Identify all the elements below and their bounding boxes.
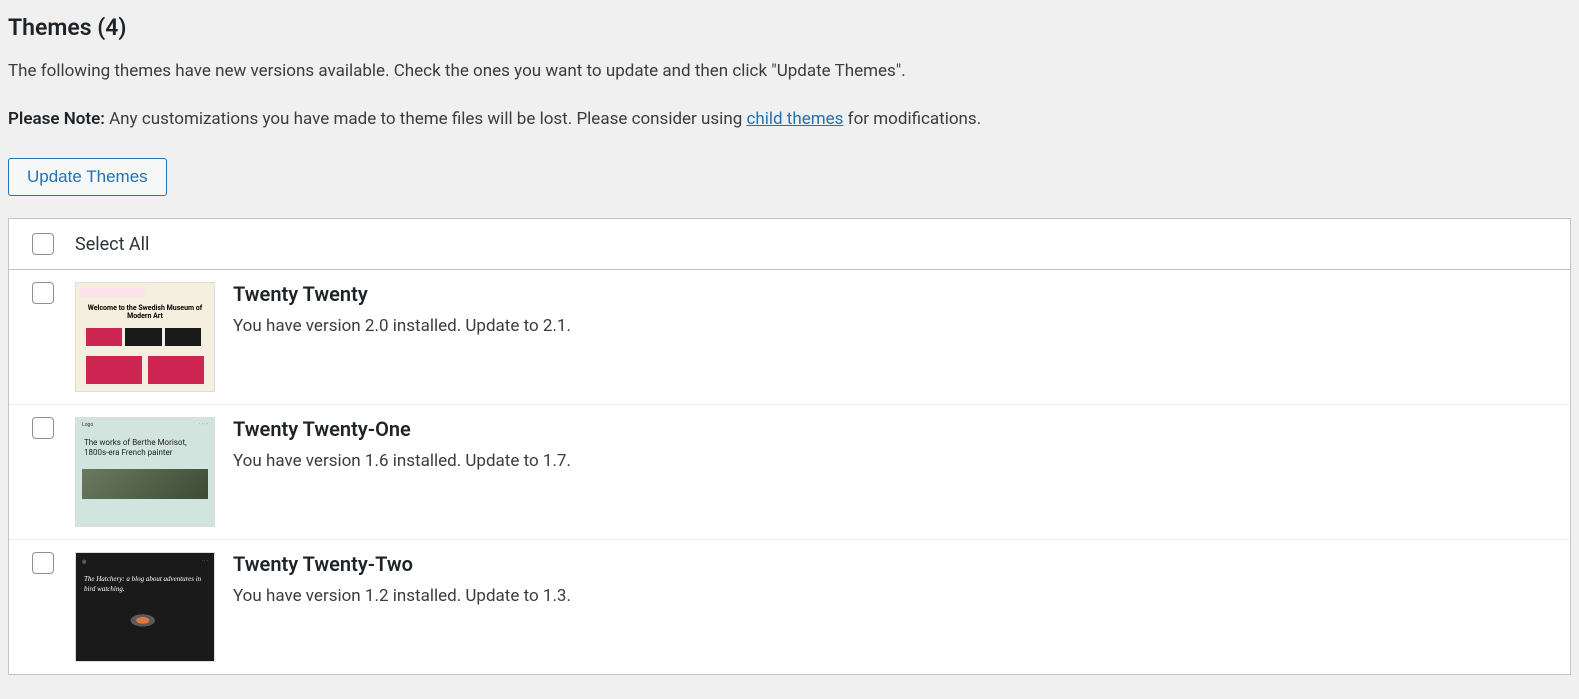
- note-prefix: Please Note:: [8, 109, 105, 129]
- theme-name: Twenty Twenty-Two: [233, 552, 571, 576]
- select-all-label: Select All: [75, 234, 149, 255]
- thumb-title: The Hatchery: a blog about adventures in…: [76, 571, 214, 599]
- theme-name: Twenty Twenty: [233, 282, 571, 306]
- themes-heading: Themes (4): [8, 14, 1571, 41]
- note-text: Please Note: Any customizations you have…: [8, 107, 1571, 133]
- theme-thumbnail: Welcome to the Swedish Museum of Modern …: [75, 282, 215, 392]
- theme-thumbnail: Logo· · · · The works of Berthe Morisot,…: [75, 417, 215, 527]
- table-header: Select All: [9, 219, 1570, 270]
- theme-desc: You have version 1.6 installed. Update t…: [233, 451, 571, 471]
- theme-row: Logo· · · · The works of Berthe Morisot,…: [9, 405, 1570, 540]
- theme-name: Twenty Twenty-One: [233, 417, 571, 441]
- theme-thumbnail: ◎· · · The Hatchery: a blog about advent…: [75, 552, 215, 662]
- intro-text: The following themes have new versions a…: [8, 59, 1571, 85]
- theme-checkbox[interactable]: [32, 417, 54, 439]
- child-themes-link[interactable]: child themes: [746, 109, 843, 129]
- update-themes-button[interactable]: Update Themes: [8, 158, 167, 196]
- select-all-checkbox[interactable]: [32, 233, 54, 255]
- theme-desc: You have version 1.2 installed. Update t…: [233, 586, 571, 606]
- thumb-title: The works of Berthe Morisot, 1800s-era F…: [76, 432, 214, 465]
- theme-row: ◎· · · The Hatchery: a blog about advent…: [9, 540, 1570, 674]
- theme-checkbox[interactable]: [32, 552, 54, 574]
- theme-desc: You have version 2.0 installed. Update t…: [233, 316, 571, 336]
- themes-table: Select All Welcome to the Swedish Museum…: [8, 218, 1571, 675]
- thumb-title: Welcome to the Swedish Museum of Modern …: [76, 301, 214, 324]
- theme-row: Welcome to the Swedish Museum of Modern …: [9, 270, 1570, 405]
- note-body-before: Any customizations you have made to them…: [105, 109, 747, 129]
- note-body-after: for modifications.: [843, 109, 981, 129]
- theme-checkbox[interactable]: [32, 282, 54, 304]
